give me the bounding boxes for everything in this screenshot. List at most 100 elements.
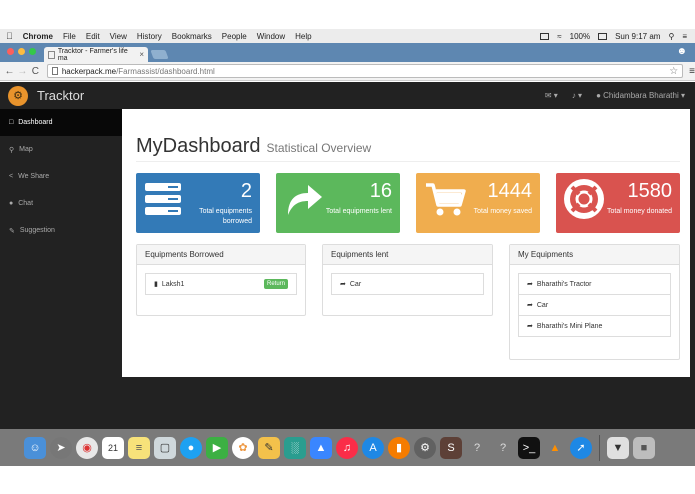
chat-icon: ● — [9, 200, 14, 207]
minimize-window-icon[interactable] — [18, 48, 25, 55]
page-favicon-icon — [48, 50, 55, 59]
battery-percent: 100% — [569, 31, 591, 41]
facetime-icon[interactable]: ▶ — [206, 436, 228, 459]
borrowed-list: ▮ Laksh1 Return — [145, 273, 297, 295]
menu-edit[interactable]: Edit — [86, 32, 100, 41]
sidebar-item-dashboard[interactable]: □ Dashboard — [0, 109, 122, 136]
stat-saved[interactable]: 1444 Total money saved — [416, 173, 540, 233]
menu-help[interactable]: Help — [295, 32, 311, 41]
launchpad-icon[interactable]: ➤ — [50, 436, 72, 459]
browser-tab[interactable]: Tracktor - Farmer's life ma × — [44, 47, 148, 62]
sidebar-item-chat[interactable]: ● Chat — [0, 190, 122, 217]
app-store-icon[interactable]: A — [362, 436, 384, 459]
alerts-dropdown[interactable]: ♪ ▾ — [572, 91, 582, 100]
airplay-icon[interactable] — [540, 32, 550, 40]
notes-icon[interactable]: ≡ — [128, 436, 150, 459]
unknown-app-icon[interactable]: ? — [492, 437, 514, 459]
messages-icon[interactable]: ● — [180, 436, 202, 459]
panel-title: Equipments lent — [323, 245, 492, 265]
item-label: Bharathi's Tractor — [536, 280, 592, 288]
notification-center-icon[interactable]: ≡ — [682, 32, 687, 41]
page-title: MyDashboard — [136, 135, 261, 157]
close-window-icon[interactable] — [7, 48, 14, 55]
stat-borrowed[interactable]: 2 Total equipments borrowed — [136, 173, 260, 233]
battery-icon[interactable] — [598, 32, 608, 40]
sidebar-item-label: We Share — [18, 173, 50, 180]
panel-equipments-lent: Equipments lent ➦ Car — [322, 244, 493, 316]
share-icon: < — [9, 173, 14, 180]
sidebar-item-we-share[interactable]: < We Share — [0, 163, 122, 190]
calendar-icon[interactable]: 21 — [102, 436, 124, 459]
pages-icon[interactable]: ✎ — [258, 436, 280, 459]
menu-view[interactable]: View — [110, 32, 127, 41]
return-button[interactable]: Return — [263, 279, 288, 289]
menu-window[interactable]: Window — [257, 32, 285, 41]
safari-icon[interactable]: ➚ — [570, 436, 592, 459]
menu-history[interactable]: History — [137, 32, 162, 41]
list-item[interactable]: ▮ Laksh1 Return — [145, 273, 297, 295]
zoom-window-icon[interactable] — [29, 48, 36, 55]
bookmark-star-icon[interactable]: ☆ — [669, 66, 678, 77]
user-dropdown[interactable]: ● Chidambara Bharathi ▾ — [596, 91, 685, 100]
unknown-app-icon[interactable]: ? — [466, 437, 488, 459]
numbers-icon[interactable]: ░ — [284, 436, 306, 459]
share-icon: ➦ — [527, 302, 533, 309]
itunes-icon[interactable]: ♫ — [336, 436, 358, 459]
sidebar-item-suggestion[interactable]: ✎ Suggestion — [0, 217, 122, 244]
sidebar-item-map[interactable]: ⚲ Map — [0, 136, 122, 163]
item-label: Car — [349, 280, 362, 288]
chrome-menu-icon[interactable]: ≡ — [689, 66, 695, 77]
tab-close-icon[interactable]: × — [139, 50, 144, 59]
apple-icon[interactable]:  — [6, 31, 13, 41]
chrome-icon[interactable]: ◉ — [76, 436, 98, 459]
share-icon: ➦ — [340, 281, 346, 288]
share-icon: ➦ — [527, 323, 533, 330]
url-input[interactable]: hackerpack.me/Farmassist/dashboard.html … — [46, 64, 684, 78]
stat-lent[interactable]: 16 Total equipments lent — [276, 173, 400, 233]
downloads-folder-icon[interactable]: ▼ — [607, 436, 629, 459]
photos-icon[interactable]: ✿ — [232, 436, 254, 459]
list-item[interactable]: ➦ Bharathi's Tractor — [518, 273, 671, 295]
finder-icon[interactable]: ☺ — [24, 436, 46, 459]
mac-menubar:  Chrome File Edit View History Bookmark… — [0, 29, 695, 43]
terminal-icon[interactable]: >_ — [518, 436, 540, 459]
user-name: Chidambara Bharathi — [603, 91, 679, 100]
lifebuoy-icon — [564, 179, 604, 219]
book-icon: ▮ — [154, 281, 158, 288]
trash-icon[interactable]: ■ — [633, 436, 655, 459]
wifi-icon[interactable]: ≈ — [557, 32, 561, 41]
forward-icon[interactable]: → — [17, 66, 28, 77]
mac-dock: ☺ ➤ ◉ 21 ≡ ▢ ● ▶ ✿ ✎ ░ ▲ ♫ A ▮ ⚙ S ? ? >… — [0, 429, 695, 466]
menu-app-name[interactable]: Chrome — [23, 32, 53, 41]
chrome-user-icon[interactable]: ☻ — [676, 46, 687, 57]
share-arrow-icon — [288, 185, 322, 215]
bell-icon: ♪ — [571, 91, 576, 100]
pencil-icon: ✎ — [9, 227, 15, 235]
preview-icon[interactable]: ▢ — [154, 436, 176, 459]
menu-file[interactable]: File — [63, 32, 76, 41]
server-icon — [145, 183, 181, 215]
list-item[interactable]: ➦ Car — [331, 273, 484, 295]
tractor-logo-icon[interactable]: ⚙ — [8, 85, 28, 106]
list-item[interactable]: ➦ Car — [518, 294, 671, 316]
window-controls — [7, 48, 36, 55]
vlc-icon[interactable]: ▲ — [544, 437, 566, 459]
back-icon[interactable]: ← — [4, 66, 15, 77]
new-tab-button[interactable] — [150, 50, 169, 59]
reload-icon[interactable]: C — [30, 66, 41, 77]
lent-list: ➦ Car — [331, 273, 484, 295]
ibooks-icon[interactable]: ▮ — [388, 436, 410, 459]
sidebar-item-label: Suggestion — [19, 227, 55, 234]
sublime-text-icon[interactable]: S — [440, 436, 462, 459]
spotlight-icon[interactable]: ⚲ — [668, 32, 674, 41]
messages-dropdown[interactable]: ✉ ▾ — [545, 91, 558, 100]
clock[interactable]: Sun 9:17 am — [615, 32, 660, 41]
list-item[interactable]: ➦ Bharathi's Mini Plane — [518, 315, 671, 337]
sidebar-item-label: Chat — [18, 200, 34, 207]
keynote-icon[interactable]: ▲ — [310, 436, 332, 459]
brand-name[interactable]: Tracktor — [37, 88, 84, 103]
menu-people[interactable]: People — [222, 32, 247, 41]
system-preferences-icon[interactable]: ⚙ — [414, 436, 436, 459]
menu-bookmarks[interactable]: Bookmarks — [172, 32, 212, 41]
stat-donated[interactable]: 1580 Total money donated — [556, 173, 680, 233]
